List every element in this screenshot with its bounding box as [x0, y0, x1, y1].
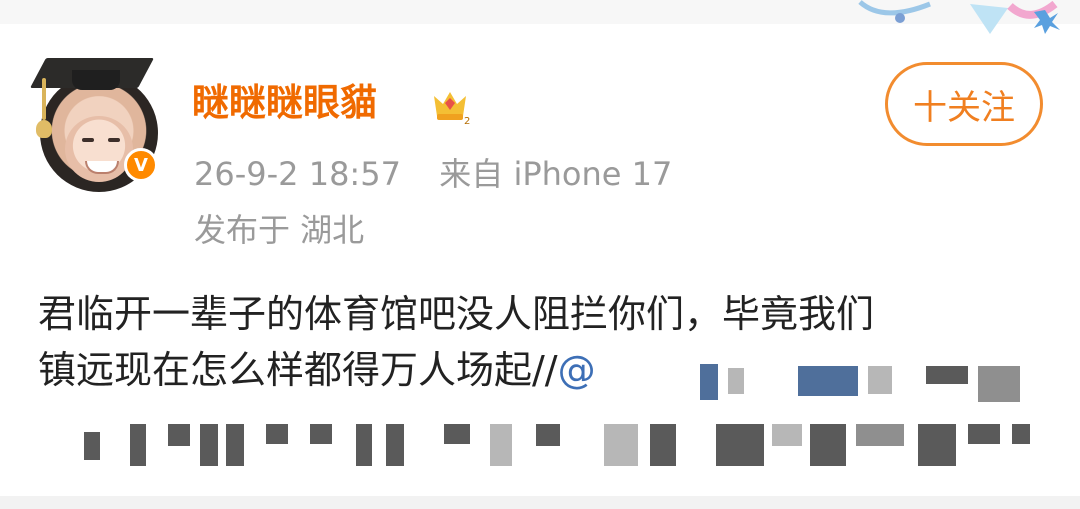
timestamp: 26-9-2 18:57 — [194, 155, 401, 193]
tassel-icon — [42, 78, 46, 120]
post-line-2: 镇远现在怎么样都得万人场起//@ — [38, 348, 596, 392]
crown-icon: 2 — [434, 92, 470, 126]
bottom-strip — [0, 496, 1080, 509]
verified-badge-icon: V — [124, 148, 158, 182]
post-location: 发布于 湖北 — [194, 211, 365, 249]
decorative-sticker-icon — [858, 0, 1060, 34]
post-meta: 26-9-2 18:57 来自 iPhone 17 — [194, 152, 672, 196]
avatar[interactable]: V — [30, 48, 162, 192]
mention[interactable]: @ — [558, 348, 596, 392]
svg-text:2: 2 — [464, 116, 470, 126]
redacted-text — [40, 364, 1040, 470]
follow-button[interactable]: 十关注 — [885, 62, 1043, 146]
graduation-cap-base-icon — [72, 70, 120, 90]
post-text: 君临开一辈子的体育馆吧没人阻拦你们，毕竟我们 镇远现在怎么样都得万人场起//@ — [38, 286, 1048, 398]
post-source: 来自 iPhone 17 — [439, 155, 673, 193]
tassel-end-icon — [36, 120, 52, 138]
post-line-1: 君临开一辈子的体育馆吧没人阻拦你们，毕竟我们 — [38, 292, 875, 336]
username[interactable]: 瞇瞇瞇眼貓 — [192, 80, 377, 126]
